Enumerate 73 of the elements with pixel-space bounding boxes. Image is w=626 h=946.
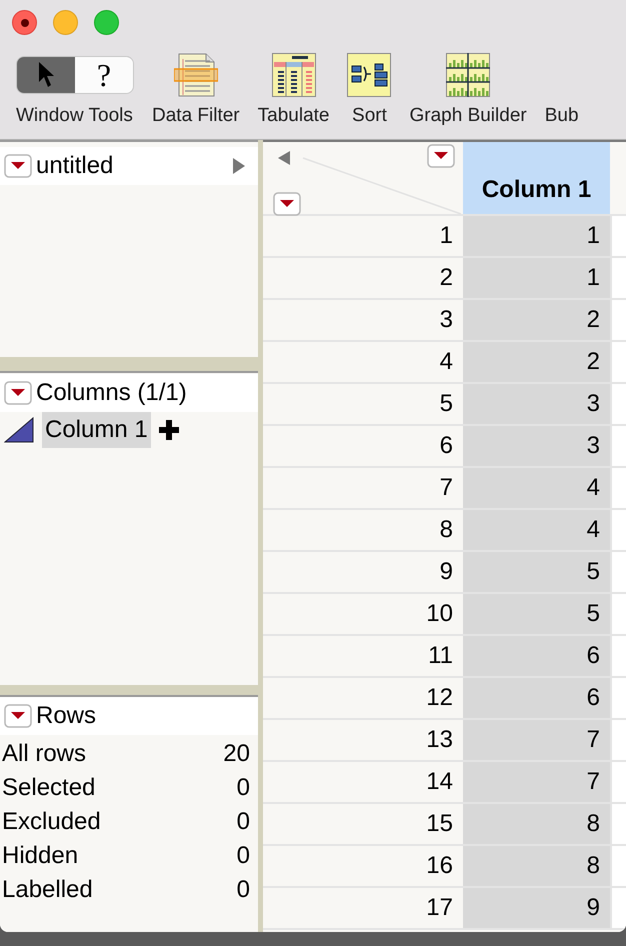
row-number: 5 — [438, 389, 454, 419]
table-cell: 1 — [463, 258, 610, 298]
row-number: 3 — [438, 305, 454, 335]
table-cell: 7 — [463, 720, 610, 760]
continuous-icon — [4, 417, 34, 443]
zoom-button[interactable] — [94, 10, 119, 35]
table-cell: 2 — [463, 300, 610, 340]
data-filter-icon — [174, 53, 218, 97]
toolbar-button[interactable]: Bub — [544, 48, 579, 130]
row-number: 4 — [438, 347, 454, 377]
dropdown-icon[interactable] — [4, 154, 32, 178]
row-number: 2 — [438, 263, 454, 293]
row-stat-label: Selected — [2, 773, 96, 803]
table-cell: 1 — [463, 216, 610, 256]
table-cell: 3 — [463, 384, 610, 424]
column-header[interactable]: Column 1 — [463, 142, 610, 214]
row-number: 16 — [425, 851, 454, 881]
dropdown-icon[interactable] — [4, 704, 32, 728]
row-stat-label: All rows — [2, 739, 86, 769]
table-cell: 8 — [463, 804, 610, 844]
row-number: 11 — [427, 641, 454, 671]
column-item[interactable]: Column 1 — [42, 412, 151, 448]
row-number: 10 — [425, 599, 454, 629]
row-number: 7 — [438, 473, 454, 503]
table-cell: 4 — [463, 510, 610, 550]
pointer-tool[interactable] — [17, 57, 75, 93]
help-tool[interactable]: ? — [75, 57, 133, 93]
plus-icon[interactable] — [158, 420, 179, 440]
dropdown-icon[interactable] — [273, 192, 301, 216]
table-cell: 5 — [463, 552, 610, 592]
pointer-icon — [37, 61, 55, 89]
panel-title: Rows — [36, 701, 96, 731]
panel-title: untitled — [36, 151, 114, 181]
row-stat-value: 0 — [236, 875, 250, 905]
scroll-left-icon[interactable] — [277, 150, 291, 166]
table-cell: 7 — [463, 762, 610, 802]
row-stat-label: Labelled — [2, 875, 93, 905]
toolbar-button[interactable]: Sort — [347, 48, 392, 130]
row-number: 14 — [425, 767, 454, 797]
dropdown-icon[interactable] — [4, 381, 32, 405]
row-stat-label: Excluded — [2, 807, 101, 837]
row-number: 13 — [425, 725, 454, 755]
expand-icon[interactable] — [232, 157, 246, 175]
row-stat-value: 0 — [236, 807, 250, 837]
row-number: 9 — [438, 557, 454, 587]
table-cell: 3 — [463, 426, 610, 466]
table-icon — [272, 53, 316, 97]
dropdown-icon[interactable] — [427, 144, 455, 168]
bar-charts-icon — [446, 53, 490, 97]
row-number: 8 — [438, 515, 454, 545]
toolbar-button[interactable]: Data Filter — [152, 48, 240, 130]
row-number: 6 — [438, 431, 454, 461]
table-cell: 6 — [463, 636, 610, 676]
table-cell: 9 — [463, 888, 610, 928]
table-cell: 4 — [463, 468, 610, 508]
table-cell: 5 — [463, 594, 610, 634]
row-stat-value: 0 — [236, 841, 250, 871]
toolbar-label: Window Tools — [16, 104, 133, 128]
row-stat-value: 20 — [223, 739, 250, 769]
sort-icon — [347, 53, 392, 97]
table-cell: 8 — [463, 846, 610, 886]
row-number: 15 — [425, 809, 454, 839]
toolbar-button[interactable]: Graph Builder — [409, 48, 527, 130]
panel-title: Columns (1/1) — [36, 378, 187, 408]
row-stat-value: 0 — [236, 773, 250, 803]
row-number: 17 — [425, 893, 454, 923]
row-number: 12 — [425, 683, 454, 713]
row-number: 1 — [438, 221, 454, 251]
toolbar-button[interactable]: Tabulate — [258, 48, 330, 130]
table-cell: 2 — [463, 342, 610, 382]
table-cell: 6 — [463, 678, 610, 718]
close-button[interactable] — [12, 10, 37, 35]
row-stat-label: Hidden — [2, 841, 78, 871]
